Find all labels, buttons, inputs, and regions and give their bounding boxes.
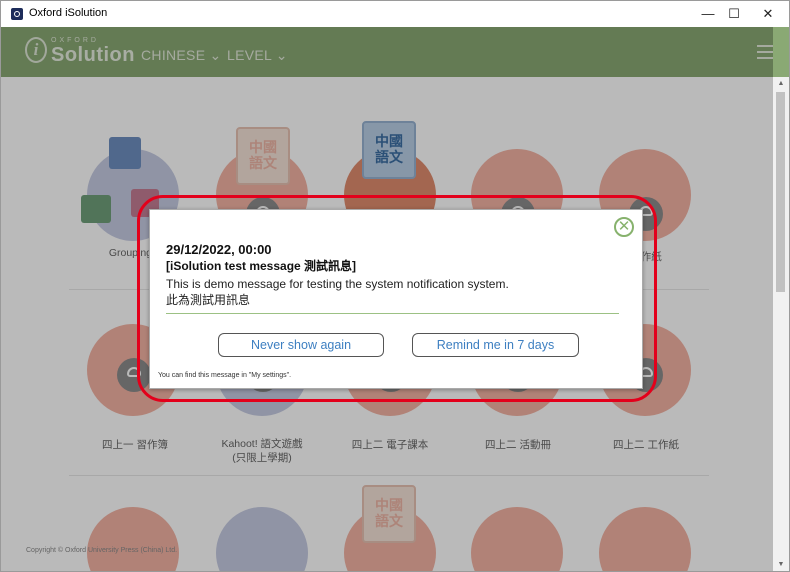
window-title: Oxford iSolution [29,7,108,19]
app-icon [11,8,23,20]
app-window: Oxford iSolution — ☐ ✕ i OXFORD Solution… [0,0,790,572]
scroll-down-arrow-icon[interactable]: ▼ [776,561,786,568]
scroll-up-arrow-icon[interactable]: ▲ [776,80,786,87]
maximize-button[interactable]: ☐ [717,1,751,27]
vertical-scrollbar[interactable]: ▲ ▼ [773,77,789,571]
scrollbar-thumb[interactable] [776,92,785,292]
close-window-button[interactable]: ✕ [751,1,785,27]
highlight-annotation [137,195,657,402]
title-bar: Oxford iSolution — ☐ ✕ [1,1,789,27]
